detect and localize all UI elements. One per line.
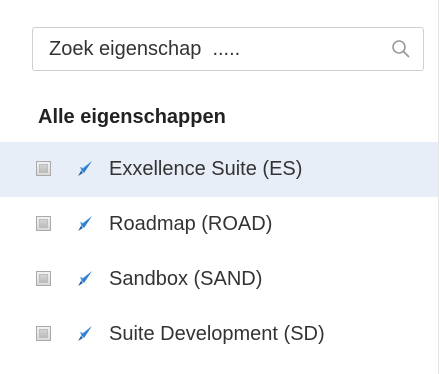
list-item[interactable]: Sandbox (SAND): [0, 252, 438, 307]
item-label: Sandbox (SAND): [109, 268, 263, 290]
item-checkbox[interactable]: [36, 326, 51, 341]
rocket-icon: [78, 216, 92, 231]
search-icon[interactable]: [391, 39, 411, 59]
list-item[interactable]: Suite Development (SD): [0, 307, 438, 362]
property-selector-panel: Alle eigenschappen Exxellence Suite (ES)…: [0, 0, 439, 374]
rocket-icon: [78, 161, 92, 176]
rocket-icon: [78, 326, 92, 341]
list-item[interactable]: Roadmap (ROAD): [0, 197, 438, 252]
list-item[interactable]: Exxellence Suite (ES): [0, 142, 438, 197]
rocket-icon: [78, 271, 92, 286]
item-checkbox[interactable]: [36, 161, 51, 176]
item-label: Roadmap (ROAD): [109, 213, 273, 235]
all-properties-heading: Alle eigenschappen: [38, 106, 226, 128]
item-checkbox[interactable]: [36, 216, 51, 231]
item-label: Suite Development (SD): [109, 323, 325, 345]
item-label: Exxellence Suite (ES): [109, 158, 303, 180]
property-list: Exxellence Suite (ES) Roadmap (ROAD) San…: [0, 142, 438, 362]
search-box[interactable]: [32, 27, 424, 71]
search-input[interactable]: [49, 28, 389, 70]
item-checkbox[interactable]: [36, 271, 51, 286]
